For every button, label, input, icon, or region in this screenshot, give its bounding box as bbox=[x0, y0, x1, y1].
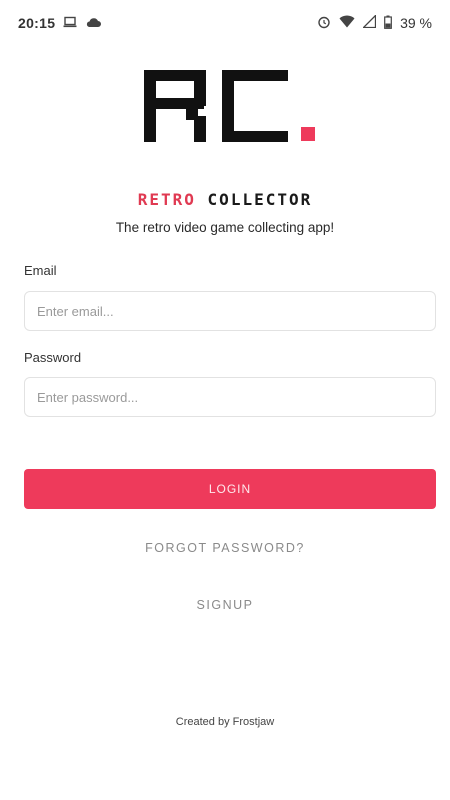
app-title-retro: RETRO bbox=[137, 190, 196, 209]
app-title: RETRO COLLECTOR bbox=[0, 190, 450, 209]
battery-level: 39 % bbox=[400, 15, 432, 31]
footer-credit: Created by Frostjaw bbox=[175, 716, 275, 728]
password-field[interactable] bbox=[24, 377, 436, 417]
signup-link[interactable]: SIGNUP bbox=[0, 598, 450, 612]
login-button[interactable]: LOGIN bbox=[24, 469, 436, 509]
status-bar: 20:15 39 % bbox=[0, 0, 450, 46]
signal-icon bbox=[362, 13, 377, 31]
forgot-password-link[interactable]: FORGOT PASSWORD? bbox=[0, 541, 450, 555]
alarm-icon bbox=[317, 15, 331, 32]
laptop-icon bbox=[63, 15, 77, 31]
status-right: 39 % bbox=[317, 13, 432, 32]
status-time: 20:15 bbox=[18, 15, 56, 31]
email-field[interactable] bbox=[24, 291, 436, 331]
wifi-icon bbox=[339, 15, 355, 31]
battery-icon bbox=[384, 15, 392, 32]
status-left: 20:15 bbox=[18, 15, 102, 31]
cloud-icon bbox=[85, 15, 102, 31]
email-label: Email bbox=[24, 263, 57, 278]
app-title-collector: COLLECTOR bbox=[207, 190, 313, 209]
tagline: The retro video game collecting app! bbox=[115, 220, 335, 235]
login-screen: 20:15 39 % RETRO COLLECTOR The retro vid… bbox=[0, 0, 450, 800]
password-label: Password bbox=[24, 350, 82, 365]
app-logo bbox=[144, 70, 315, 142]
